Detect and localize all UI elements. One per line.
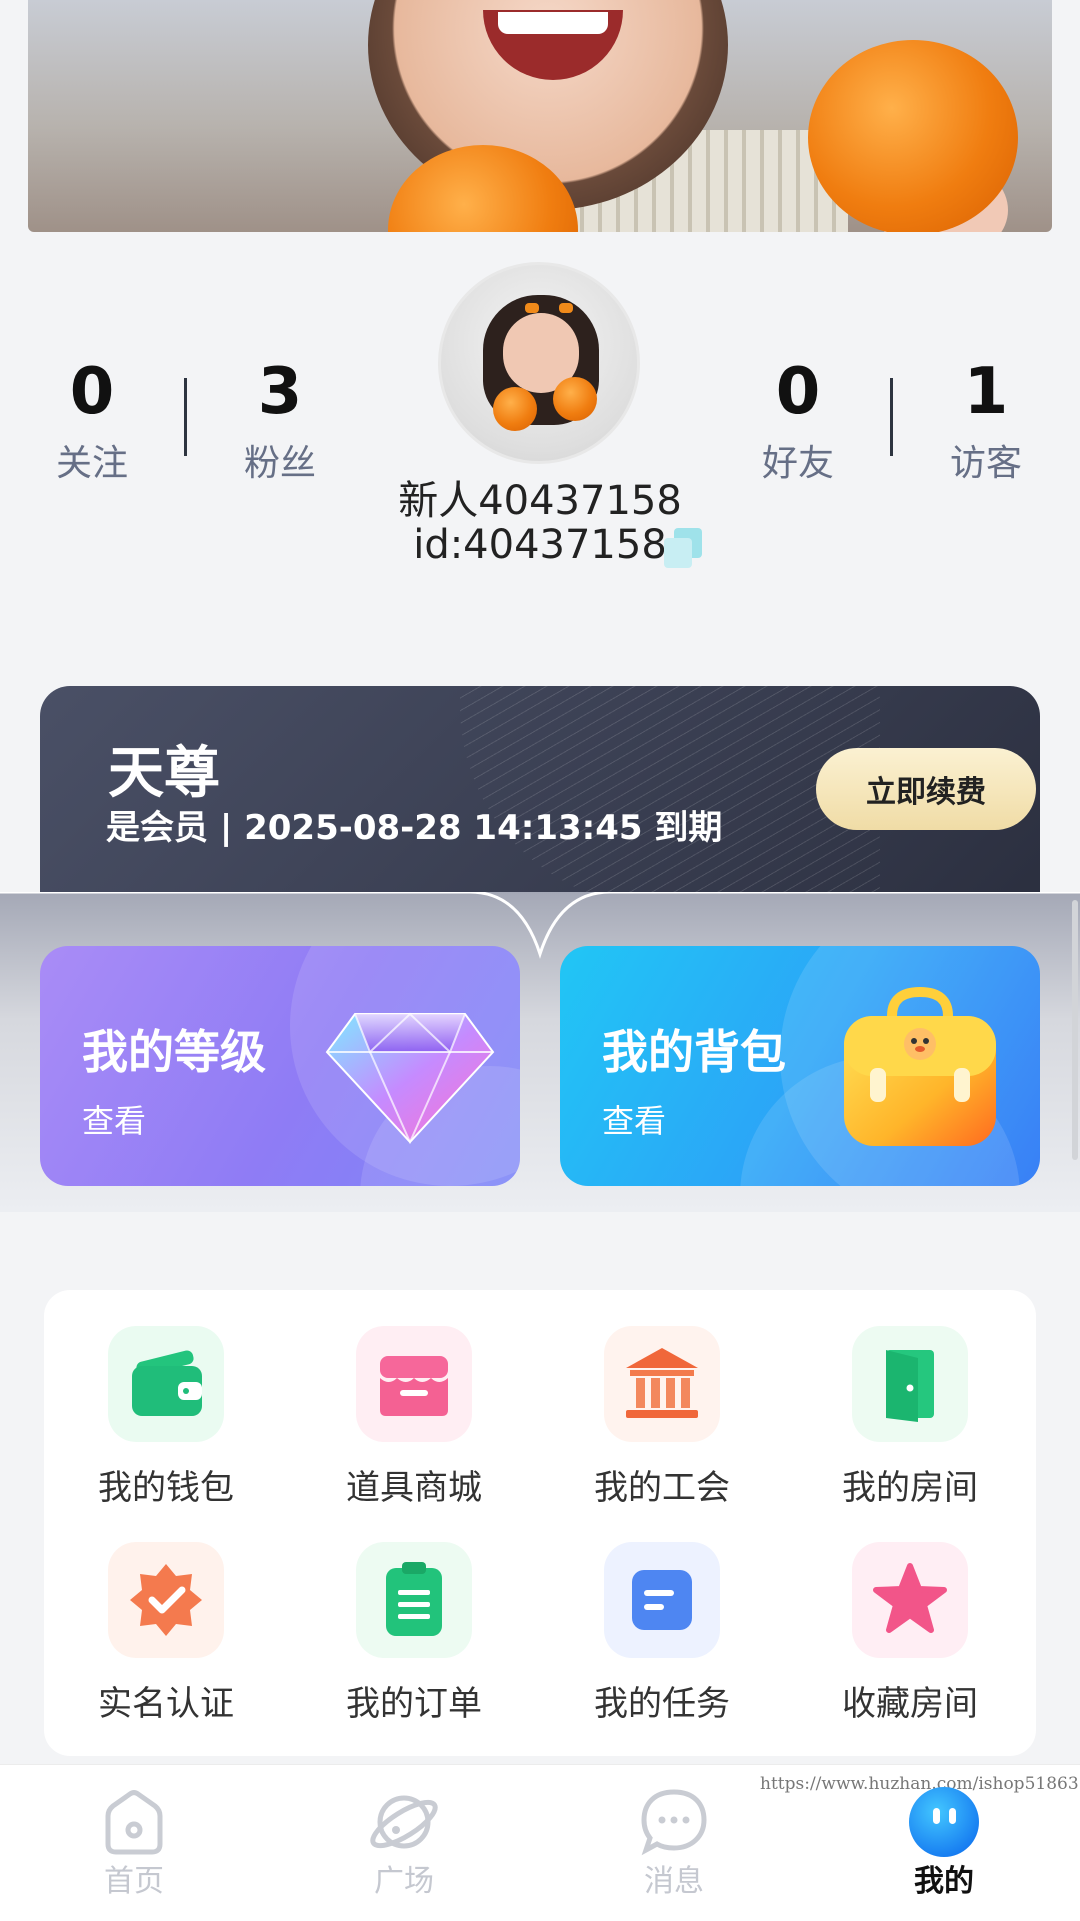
grid-item-label: 我的房间	[842, 1468, 978, 1508]
my-backpack-action[interactable]: 查看	[602, 1096, 666, 1142]
grid-item-verification[interactable]: 实名认证	[66, 1542, 266, 1725]
diamond-icon	[325, 1012, 495, 1144]
chat-icon	[638, 1786, 710, 1858]
nav-item-square[interactable]: 广场	[324, 1786, 484, 1900]
cover-orange-right	[808, 40, 1018, 232]
scrollbar[interactable]	[1072, 900, 1078, 1160]
grid-item-wallet[interactable]: 我的钱包	[66, 1326, 266, 1509]
grid-item-room[interactable]: 我的房间	[810, 1326, 1010, 1509]
cover-photo[interactable]	[28, 0, 1052, 232]
shop-icon	[356, 1326, 472, 1442]
copy-icon[interactable]	[664, 528, 702, 568]
nav-label: 消息	[644, 1864, 704, 1899]
grid-item-label: 实名认证	[98, 1684, 234, 1724]
stat-fans-label: 粉丝	[243, 443, 316, 484]
my-level-action[interactable]: 查看	[82, 1096, 146, 1142]
nav-label: 我的	[914, 1864, 974, 1899]
my-backpack-title: 我的背包	[602, 1025, 786, 1079]
stat-fans[interactable]: 3 粉丝	[210, 360, 350, 486]
grid-item-guild[interactable]: 我的工会	[562, 1326, 762, 1509]
grid-item-tasks[interactable]: 我的任务	[562, 1542, 762, 1725]
stat-divider	[890, 378, 893, 456]
nav-item-messages[interactable]: 消息	[594, 1786, 754, 1900]
verified-badge-icon	[108, 1542, 224, 1658]
grid-item-favorite-rooms[interactable]: 收藏房间	[810, 1542, 1010, 1725]
stat-visitors[interactable]: 1 访客	[916, 360, 1056, 486]
my-level-title: 我的等级	[82, 1025, 266, 1079]
stat-divider	[184, 378, 187, 456]
clipboard-icon	[356, 1542, 472, 1658]
stat-friends-label: 好友	[761, 443, 834, 484]
star-icon	[852, 1542, 968, 1658]
nav-label: 首页	[104, 1864, 164, 1899]
stat-visitors-value: 1	[963, 355, 1009, 429]
guild-icon	[604, 1326, 720, 1442]
vip-expiry: 是会员 | 2025-08-28 14:13:45 到期	[106, 808, 723, 848]
avatar-hairclip	[559, 303, 573, 313]
grid-item-label: 道具商城	[346, 1468, 482, 1508]
grid-item-label: 我的工会	[594, 1468, 730, 1508]
task-icon	[604, 1542, 720, 1658]
backpack-icon	[844, 986, 996, 1146]
grid-item-orders[interactable]: 我的订单	[314, 1542, 514, 1725]
home-icon	[98, 1786, 170, 1858]
cover-teeth	[498, 12, 608, 34]
nav-item-home[interactable]: 首页	[54, 1786, 214, 1900]
stat-following-value: 0	[69, 355, 115, 429]
grid-item-label: 收藏房间	[842, 1684, 978, 1724]
nav-label: 广场	[374, 1864, 434, 1899]
stat-friends-value: 0	[775, 355, 821, 429]
stat-following[interactable]: 0 关注	[22, 360, 162, 486]
grid-item-shop[interactable]: 道具商城	[314, 1326, 514, 1509]
my-backpack-card[interactable]: 我的背包 查看	[560, 946, 1040, 1186]
stat-visitors-label: 访客	[949, 443, 1022, 484]
nav-item-me[interactable]: 我的	[864, 1786, 1024, 1900]
vip-title: 天尊	[108, 741, 220, 806]
avatar-orange	[493, 387, 537, 431]
renew-button[interactable]: 立即续费	[816, 748, 1036, 830]
avatar-orange	[553, 377, 597, 421]
grid-item-label: 我的钱包	[98, 1468, 234, 1508]
profile-face-icon	[908, 1786, 980, 1858]
grid-item-label: 我的任务	[594, 1684, 730, 1724]
stat-following-label: 关注	[55, 443, 128, 484]
avatar-hairclip	[525, 303, 539, 313]
planet-icon	[368, 1786, 440, 1858]
grid-item-label: 我的订单	[346, 1684, 482, 1724]
avatar[interactable]	[438, 262, 640, 464]
stat-friends[interactable]: 0 好友	[728, 360, 868, 486]
stat-fans-value: 3	[257, 355, 303, 429]
nickname: 新人40437158	[398, 478, 682, 524]
wallet-icon	[108, 1326, 224, 1442]
door-icon	[852, 1326, 968, 1442]
my-level-card[interactable]: 我的等级 查看	[40, 946, 520, 1186]
